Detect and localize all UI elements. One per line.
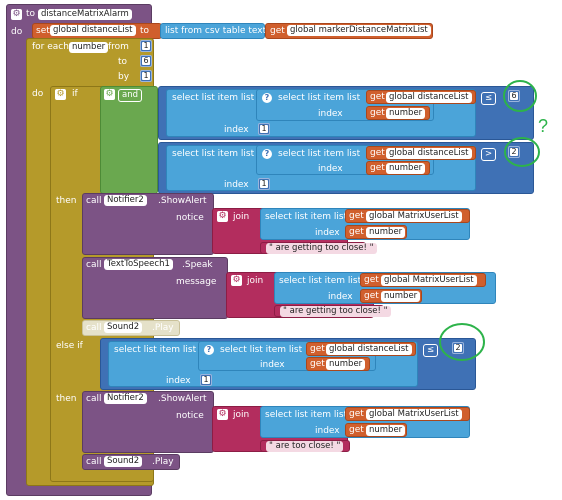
annotation-question-mark: ? [538, 116, 548, 136]
annotation-circle-1 [503, 80, 537, 112]
annotation-overlay: ? [439, 80, 548, 361]
annotation-circle-2 [504, 137, 540, 167]
annotation-circle-3 [439, 323, 485, 361]
